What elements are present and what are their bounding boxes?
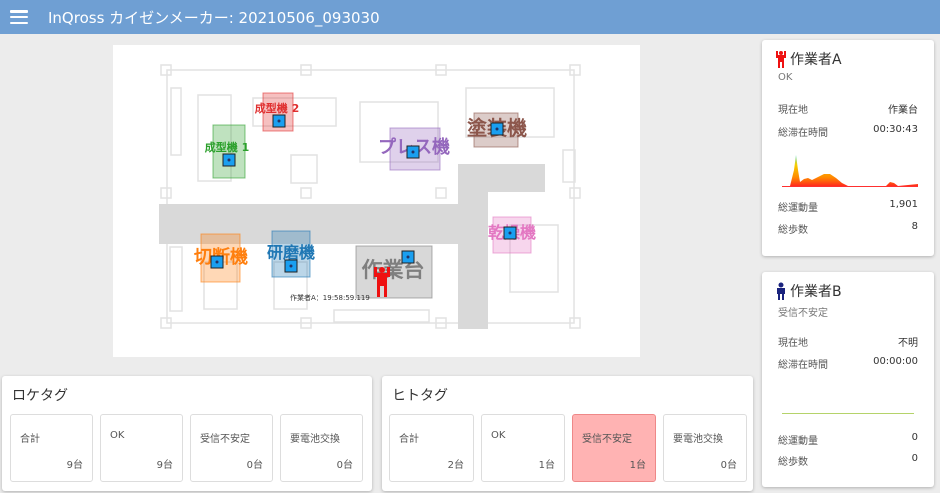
panel-title: ヒトタグ [392, 388, 448, 404]
stat-unstable: 受信不安定 1台 [572, 414, 656, 482]
page-title: InQross カイゼンメーカー: 20210506_093030 [48, 8, 380, 27]
stat-battery: 要電池交換 0台 [280, 414, 363, 482]
stat-label: 受信不安定 [200, 434, 250, 445]
stay-label: 総滞在時間 [778, 128, 828, 139]
tag-dot [508, 231, 512, 235]
stat-total: 合計 2台 [389, 414, 474, 482]
machine-5[interactable]: 乾燥機 [488, 216, 536, 254]
worker-a-card[interactable]: 作業者A OK 現在地 作業台 総滞在時間 00:30:43 総運動量 1,901 総… [762, 40, 934, 256]
steps-value: 8 [911, 221, 918, 232]
location-label: 現在地 [778, 105, 808, 116]
motion-value: 0 [911, 432, 918, 443]
stat-total: 合計 9台 [10, 414, 93, 482]
stat-ok: OK 9台 [100, 414, 183, 482]
stat-label: OK [491, 430, 506, 441]
stat-label: 合計 [20, 434, 40, 445]
stat-value: 2台 [447, 460, 464, 471]
steps-label: 総歩数 [778, 225, 808, 236]
motion-label: 総運動量 [778, 436, 818, 447]
stay-label: 総滞在時間 [778, 360, 828, 371]
steps-value: 0 [911, 453, 918, 464]
activity-sparkline [782, 155, 918, 187]
machine-label: 作業台 [362, 258, 425, 282]
machine-3[interactable]: プレス機 [378, 127, 450, 171]
stat-value: 9台 [66, 460, 83, 471]
worker-status: 受信不安定 [778, 308, 828, 319]
motion-label: 総運動量 [778, 203, 818, 214]
machine-7[interactable]: 研磨機 [267, 230, 315, 278]
activity-sparkline [782, 413, 914, 414]
stat-value: 9台 [156, 460, 173, 471]
worker-b-card[interactable]: 作業者B 受信不安定 現在地 不明 総滞在時間 00:00:00 総運動量 0 総歩数… [762, 272, 934, 487]
machine-label: 成型機 1 [205, 140, 249, 154]
motion-value: 1,901 [889, 199, 918, 210]
tag-dot [227, 158, 231, 162]
stat-value: 0台 [246, 460, 263, 471]
steps-label: 総歩数 [778, 457, 808, 468]
stat-label: OK [110, 430, 125, 441]
floor-map-canvas: 成型機 2 成型機 1 プレス機塗装機乾燥機 切断機研磨機作業台 作業者A：19:58… [159, 64, 581, 329]
stat-value: 0台 [336, 460, 353, 471]
floor-map[interactable]: 成型機 2 成型機 1 プレス機塗装機乾燥機 切断機研磨機作業台 作業者A：19:58… [113, 45, 640, 357]
app-header: InQross カイゼンメーカー: 20210506_093030 [0, 0, 940, 34]
tag-dot [411, 150, 415, 154]
stat-label: 受信不安定 [582, 434, 632, 445]
location-value: 作業台 [888, 105, 918, 116]
worker-position-label: 作業者A：19:58:59.119 [290, 293, 370, 302]
stat-value: 1台 [629, 460, 646, 471]
tag-dot [406, 255, 410, 259]
machine-6[interactable]: 切断機 [194, 233, 248, 283]
worker-name: 作業者B [790, 284, 842, 300]
person-icon [776, 51, 786, 68]
stat-unstable: 受信不安定 0台 [190, 414, 273, 482]
panel-title: ロケタグ [12, 388, 68, 404]
person-tags-panel: ヒトタグ 合計 2台 OK 1台 受信不安定 1台 要電池交換 0台 [382, 376, 753, 491]
stat-label: 要電池交換 [290, 434, 340, 445]
machine-8[interactable]: 作業台 [355, 245, 433, 299]
stat-ok: OK 1台 [481, 414, 565, 482]
stat-label: 要電池交換 [673, 434, 723, 445]
stat-value: 0台 [720, 460, 737, 471]
stat-label: 合計 [399, 434, 419, 445]
worker-status: OK [778, 72, 793, 83]
tag-dot [289, 264, 293, 268]
stay-value: 00:30:43 [873, 124, 918, 135]
tag-dot [495, 127, 499, 131]
stat-value: 1台 [538, 460, 555, 471]
hamburger-icon[interactable] [10, 10, 28, 24]
machine-2[interactable]: 成型機 1 [205, 124, 249, 179]
stay-value: 00:00:00 [873, 356, 918, 367]
person-icon [777, 282, 785, 300]
tag-dot [277, 119, 281, 123]
worker-name: 作業者A [790, 52, 842, 68]
machine-label: 成型機 2 [255, 101, 299, 115]
machine-4[interactable]: 塗装機 [467, 112, 527, 148]
location-tags-panel: ロケタグ 合計 9台 OK 9台 受信不安定 0台 要電池交換 0台 [2, 376, 372, 491]
tag-dot [215, 260, 219, 264]
location-value: 不明 [898, 338, 918, 349]
location-label: 現在地 [778, 338, 808, 349]
stat-battery: 要電池交換 0台 [663, 414, 747, 482]
machine-label: 研磨機 [267, 243, 315, 262]
